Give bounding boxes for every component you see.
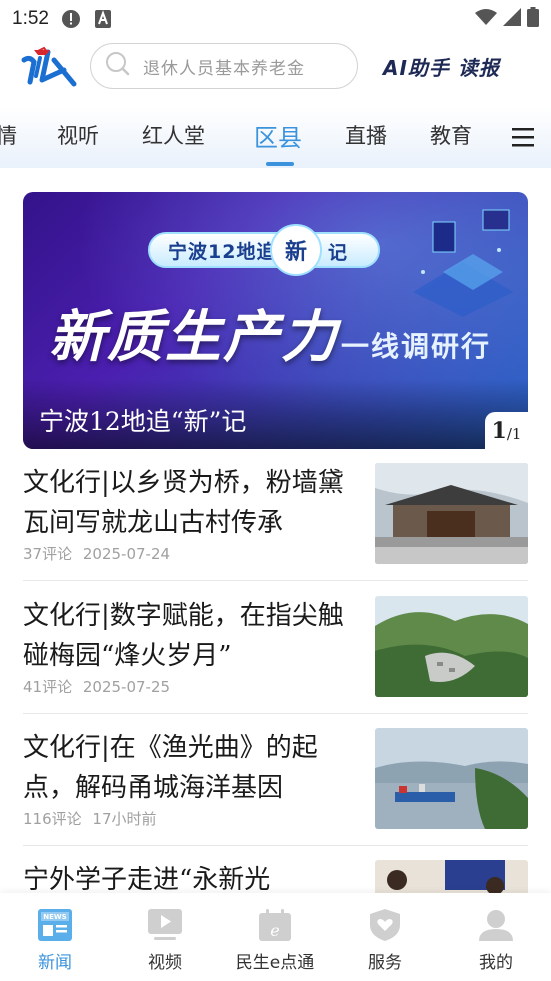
divider — [23, 580, 528, 581]
nav-video[interactable]: 视频 — [110, 893, 220, 981]
banner-decoration — [413, 209, 513, 317]
ai-assistant-button[interactable]: AI助手 读报 — [383, 52, 500, 81]
notification-alert-icon — [61, 9, 81, 29]
news-time: 2025-07-24 — [82, 545, 171, 563]
signal-icon — [503, 8, 521, 30]
news-title: 宁外学子走进“永新光 — [23, 865, 271, 893]
counter-current: 1 — [491, 417, 507, 444]
featured-banner[interactable]: 宁波12地追 新 记 新质生产力 一线调研行 宁波12地追“新”记 — [23, 192, 528, 449]
search-box[interactable]: 退休人员基本养老金 — [90, 43, 358, 89]
divider — [23, 713, 528, 714]
banner-page-counter: 1 /1 — [485, 412, 528, 449]
news-item[interactable]: 文化行|数字赋能，在指尖触碰梅园“烽火岁月” 41评论 2025-07-25 — [23, 596, 528, 714]
text-a-icon — [94, 10, 111, 28]
shield-heart-icon — [367, 907, 403, 943]
banner-caption: 宁波12地追“新”记 — [39, 407, 247, 436]
news-thumbnail — [375, 728, 528, 829]
tab-live[interactable]: 直播 — [345, 120, 387, 150]
search-placeholder: 退休人员基本养老金 — [143, 58, 305, 79]
tab-audio-video[interactable]: 视听 — [57, 120, 99, 150]
news-meta: 41评论 2025-07-25 — [23, 676, 170, 697]
news-title: 文化行|数字赋能，在指尖触碰梅园“烽火岁月” — [23, 601, 344, 671]
news-thumbnail — [375, 463, 528, 564]
active-tab-indicator — [266, 162, 294, 166]
tab-education[interactable]: 教育 — [430, 120, 472, 150]
tab-red-people[interactable]: 红人堂 — [142, 120, 205, 150]
news-thumbnail — [375, 860, 528, 893]
news-title: 文化行|以乡贤为桥，粉墙黛瓦间写就龙山古村传承 — [23, 468, 344, 538]
news-item[interactable]: 文化行|在《渔光曲》的起点，解码甬城海洋基因 116评论 17小时前 — [23, 728, 528, 846]
channel-tabs: 情 视听 红人堂 区县 直播 教育 — [0, 106, 551, 168]
wifi-icon — [475, 8, 497, 30]
app-header: 退休人员基本养老金 AI助手 读报 — [0, 38, 551, 96]
battery-icon — [527, 7, 539, 31]
svg-text:NEWS: NEWS — [43, 913, 66, 921]
nav-label: 我的 — [479, 953, 513, 973]
news-time: 17小时前 — [92, 810, 157, 828]
banner-subheadline: 一线调研行 — [341, 330, 492, 363]
user-icon — [478, 907, 514, 943]
news-comments: 37评论 — [23, 545, 73, 563]
news-item[interactable]: 文化行|以乡贤为桥，粉墙黛瓦间写就龙山古村传承 37评论 2025-07-24 — [23, 463, 528, 581]
tab-districts[interactable]: 区县 — [254, 118, 302, 153]
bottom-navigation: NEWS 新闻 视频 e 民生e点通 服务 我的 — [0, 893, 551, 981]
status-bar: 1:52 — [0, 0, 551, 38]
news-title: 文化行|在《渔光曲》的起点，解码甬城海洋基因 — [23, 733, 318, 803]
divider — [23, 845, 528, 846]
nav-label: 新闻 — [38, 953, 72, 973]
counter-total: /1 — [506, 424, 522, 443]
news-comments: 41评论 — [23, 678, 73, 696]
banner-headline: 新质生产力 — [49, 305, 339, 370]
news-time: 2025-07-25 — [82, 678, 171, 696]
nav-profile[interactable]: 我的 — [441, 893, 551, 981]
banner-pill-tail: 记 — [328, 242, 348, 264]
video-icon — [147, 907, 183, 943]
calendar-e-icon: e — [257, 907, 293, 943]
nav-news[interactable]: NEWS 新闻 — [0, 893, 110, 981]
news-thumbnail — [375, 596, 528, 697]
nav-label: 视频 — [148, 953, 182, 973]
tab-partial[interactable]: 情 — [0, 120, 17, 150]
nav-livelihood[interactable]: e 民生e点通 — [220, 893, 330, 981]
news-item[interactable]: 宁外学子走进“永新光 — [23, 860, 528, 893]
status-time: 1:52 — [12, 8, 49, 29]
banner-pill-circle: 新 — [270, 224, 322, 276]
app-logo[interactable] — [20, 46, 78, 88]
news-comments: 116评论 — [23, 810, 82, 828]
search-icon — [105, 51, 131, 81]
nav-service[interactable]: 服务 — [330, 893, 440, 981]
svg-text:e: e — [270, 921, 279, 940]
banner-pill-text: 宁波12地追 — [168, 240, 277, 263]
banner-pill: 宁波12地追 新 记 — [148, 224, 380, 276]
nav-label: 民生e点通 — [235, 953, 315, 973]
news-meta: 116评论 17小时前 — [23, 808, 157, 829]
news-meta: 37评论 2025-07-24 — [23, 543, 170, 564]
news-icon: NEWS — [37, 907, 73, 943]
menu-icon[interactable] — [512, 126, 534, 148]
nav-label: 服务 — [368, 953, 402, 973]
